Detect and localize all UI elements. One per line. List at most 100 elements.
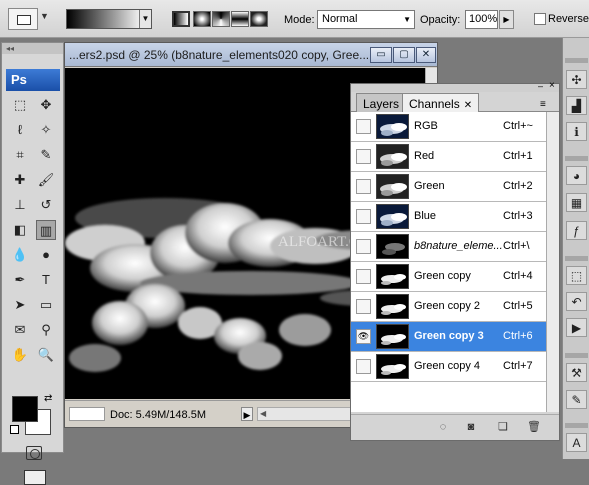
delete-channel-icon[interactable]: 🗑 [527, 421, 541, 433]
chevron-down-icon[interactable]: ▼ [139, 10, 151, 28]
gradient-tool-icon[interactable]: ▥ [36, 220, 56, 240]
minimize-button[interactable]: ▭ [370, 47, 392, 63]
diamond-gradient-button[interactable] [250, 11, 268, 27]
blur-tool-icon[interactable]: 💧 [10, 245, 30, 265]
brush-tool-icon[interactable]: 🖌 [36, 170, 56, 190]
marquee-tool-icon[interactable]: ⬚ [10, 95, 30, 115]
panel-minimize-icon[interactable]: – [538, 81, 543, 91]
channel-list-scrollbar[interactable] [546, 112, 559, 412]
history-icon[interactable]: ↶ [566, 292, 587, 311]
channel-name: b8nature_eleme... [414, 240, 503, 252]
new-channel-icon[interactable]: ❏ [497, 421, 509, 433]
tab-channels[interactable]: Channels ✕ [402, 93, 480, 113]
document-titlebar[interactable]: ...ers2.psd @ 25% (b8nature_elements020 … [65, 43, 437, 67]
dock-group-grip[interactable] [565, 256, 588, 261]
close-icon[interactable]: ✕ [464, 100, 472, 111]
notes-tool-icon[interactable]: ✉ [10, 320, 30, 340]
opacity-input[interactable]: 100% [465, 10, 498, 29]
channel-row[interactable]: RGB Ctrl+~ [351, 112, 546, 142]
brushes-icon[interactable]: ✎ [566, 390, 587, 409]
panel-close-icon[interactable]: × [549, 80, 555, 91]
dock-group-grip[interactable] [565, 353, 588, 358]
color-icon[interactable]: ◕ [566, 166, 587, 185]
visibility-toggle[interactable] [356, 299, 371, 314]
magic-wand-tool-icon[interactable]: ✧ [36, 120, 56, 140]
history-brush-tool-icon[interactable]: ↺ [36, 195, 56, 215]
close-button[interactable]: ✕ [416, 47, 436, 63]
channel-row[interactable]: Green copy 2 Ctrl+5 [351, 292, 546, 322]
maximize-button[interactable]: ▢ [393, 47, 415, 63]
chevron-down-icon[interactable]: ▼ [40, 11, 49, 21]
zoom-tool-icon[interactable]: 🔍 [36, 345, 56, 365]
tab-layers[interactable]: Layers [356, 93, 407, 112]
reverse-checkbox[interactable] [534, 13, 546, 25]
dock-group-grip[interactable] [565, 58, 588, 63]
panel-grip[interactable]: – × [351, 80, 559, 92]
channel-row[interactable]: b8nature_eleme... Ctrl+\ [351, 232, 546, 262]
save-selection-icon[interactable]: ◙ [465, 421, 477, 433]
actions-icon[interactable]: ▶ [566, 318, 587, 337]
visibility-toggle[interactable] [356, 209, 371, 224]
quick-mask-icon[interactable] [26, 446, 42, 460]
hand-tool-icon[interactable]: ✋ [10, 345, 30, 365]
shape-tool-icon[interactable]: ▭ [36, 295, 56, 315]
channel-shortcut: Ctrl+~ [503, 120, 533, 132]
dock-group-grip[interactable] [565, 423, 588, 428]
zoom-field[interactable] [69, 407, 105, 421]
slice-tool-icon[interactable]: ✎ [36, 145, 56, 165]
healing-brush-tool-icon[interactable]: ✚ [10, 170, 30, 190]
channel-row[interactable]: 👁 Green copy 3 Ctrl+6 [351, 322, 546, 352]
visibility-toggle[interactable] [356, 269, 371, 284]
visibility-toggle[interactable] [356, 119, 371, 134]
histogram-icon[interactable]: ▟ [566, 96, 587, 115]
angle-gradient-button[interactable] [212, 11, 230, 27]
dodge-tool-icon[interactable]: ● [36, 245, 56, 265]
clone-stamp-tool-icon[interactable]: ⊥ [10, 195, 30, 215]
eraser-tool-icon[interactable]: ◧ [10, 220, 30, 240]
channel-row[interactable]: Green copy 4 Ctrl+7 [351, 352, 546, 382]
tool-presets-icon[interactable]: ⚒ [566, 363, 587, 382]
visibility-toggle[interactable] [356, 179, 371, 194]
move-tool-icon[interactable]: ✥ [36, 95, 56, 115]
paths-icon[interactable]: ⬚ [566, 266, 587, 285]
load-selection-icon[interactable]: ◌ [437, 421, 449, 433]
tool-preset-picker[interactable] [8, 8, 38, 30]
reflected-gradient-button[interactable] [231, 11, 249, 27]
crop-tool-icon[interactable]: ⌗ [10, 145, 30, 165]
swatches-icon[interactable]: ▦ [566, 193, 587, 212]
type-tool-icon[interactable]: T [36, 270, 56, 290]
foreground-color-swatch[interactable] [12, 396, 38, 422]
channel-row[interactable]: Red Ctrl+1 [351, 142, 546, 172]
channel-row[interactable]: Green copy Ctrl+4 [351, 262, 546, 292]
styles-icon[interactable]: ƒ [566, 221, 587, 240]
channel-thumbnail [376, 264, 409, 289]
chevron-left-icon[interactable]: ◀ [260, 408, 266, 420]
eye-icon[interactable]: 👁 [356, 329, 371, 344]
mode-select[interactable]: Normal ▼ [317, 10, 415, 29]
visibility-toggle[interactable] [356, 149, 371, 164]
ps-logo[interactable]: Ps [6, 69, 60, 91]
channel-row[interactable]: Blue Ctrl+3 [351, 202, 546, 232]
gradient-picker[interactable]: ▼ [66, 9, 152, 29]
status-menu-button[interactable]: ▶ [241, 407, 253, 421]
lasso-tool-icon[interactable]: ℓ [10, 120, 30, 140]
visibility-toggle[interactable] [356, 239, 371, 254]
opacity-slider-button[interactable]: ▶ [499, 10, 514, 29]
linear-gradient-button[interactable] [172, 11, 190, 27]
default-colors-icon[interactable] [10, 425, 19, 434]
panel-menu-icon[interactable]: ≡ [540, 99, 546, 110]
character-icon[interactable]: A [566, 433, 587, 452]
swap-colors-icon[interactable]: ⇄ [44, 393, 52, 404]
eyedropper-tool-icon[interactable]: ⚲ [36, 320, 56, 340]
screen-mode-icon[interactable] [24, 470, 46, 485]
visibility-toggle[interactable] [356, 359, 371, 374]
radial-gradient-button[interactable] [193, 11, 211, 27]
info-icon[interactable]: ℹ [566, 122, 587, 141]
pen-tool-icon[interactable]: ✒ [10, 270, 30, 290]
path-selection-tool-icon[interactable]: ➤ [10, 295, 30, 315]
channel-name: Green copy 3 [414, 330, 484, 342]
dock-group-grip[interactable] [565, 156, 588, 161]
toolbox-grip[interactable]: ◂◂ [2, 43, 63, 54]
channel-row[interactable]: Green Ctrl+2 [351, 172, 546, 202]
navigator-icon[interactable]: ✣ [566, 70, 587, 89]
